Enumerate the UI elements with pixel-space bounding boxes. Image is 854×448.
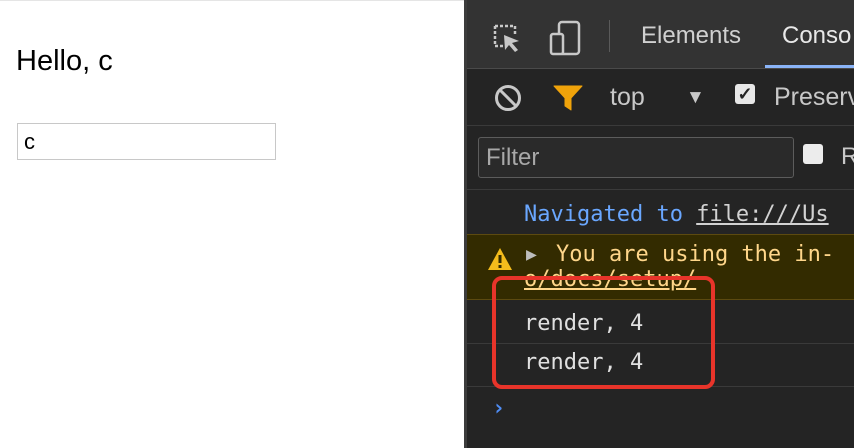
preserve-log-checkbox[interactable]: ✓ [735,84,755,104]
console-output: Navigated to file:///Us ▶ You are using … [467,190,854,448]
dropdown-arrow-icon[interactable]: ▼ [686,87,705,109]
devtools-tabbar: Elements Conso [467,0,854,69]
context-selector[interactable]: top [610,83,645,112]
navigation-prefix: Navigated to [524,202,697,227]
console-toolbar: top ▼ ✓ Preserv [467,69,854,126]
name-input[interactable] [17,123,276,160]
filter-icon[interactable] [552,83,584,113]
filter-input[interactable] [478,137,794,178]
device-toolbar-icon[interactable] [549,20,583,56]
warning-text: You are using the in- [556,242,835,267]
clear-console-icon[interactable] [493,83,523,113]
greeting-heading: Hello, c [16,45,113,77]
navigation-message: Navigated to file:///Us [524,202,829,227]
warning-icon [487,247,513,271]
tab-console[interactable]: Conso [782,22,851,50]
inspect-element-icon[interactable] [491,22,523,54]
tab-elements[interactable]: Elements [641,22,741,50]
navigation-url-link[interactable]: file:///Us [696,202,828,227]
regex-label: R [841,143,854,170]
console-prompt-icon[interactable]: › [492,396,505,421]
preserve-log-label: Preserv [774,83,854,111]
web-page: Hello, c [0,0,464,448]
active-tab-indicator [765,65,854,68]
filter-bar: R [467,126,854,190]
devtools-panel: Elements Conso top ▼ ✓ Preserv R Navigat… [467,0,854,448]
tab-separator [609,20,610,52]
expand-arrow-icon[interactable]: ▶ [526,244,537,265]
highlight-annotation-box [492,276,715,389]
regex-checkbox[interactable] [803,144,823,164]
